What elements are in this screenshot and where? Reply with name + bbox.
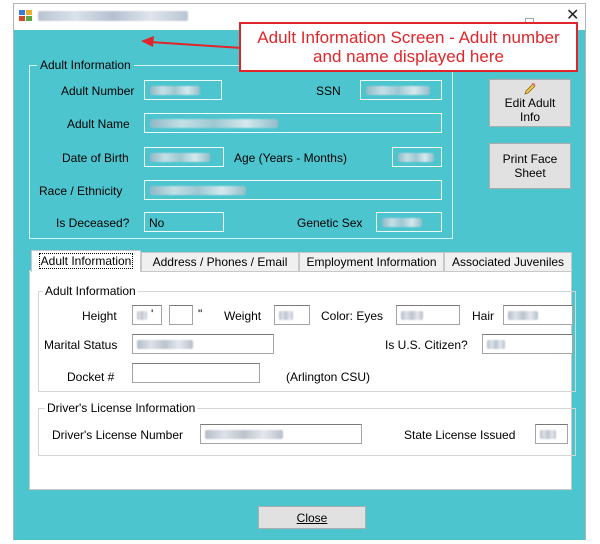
tab-label: Adult Information bbox=[38, 253, 134, 269]
tab-adult-information[interactable]: Adult Information bbox=[31, 250, 141, 272]
annotation-callout: Adult Information Screen - Adult number … bbox=[239, 22, 578, 72]
annotation-arrow bbox=[141, 36, 243, 49]
